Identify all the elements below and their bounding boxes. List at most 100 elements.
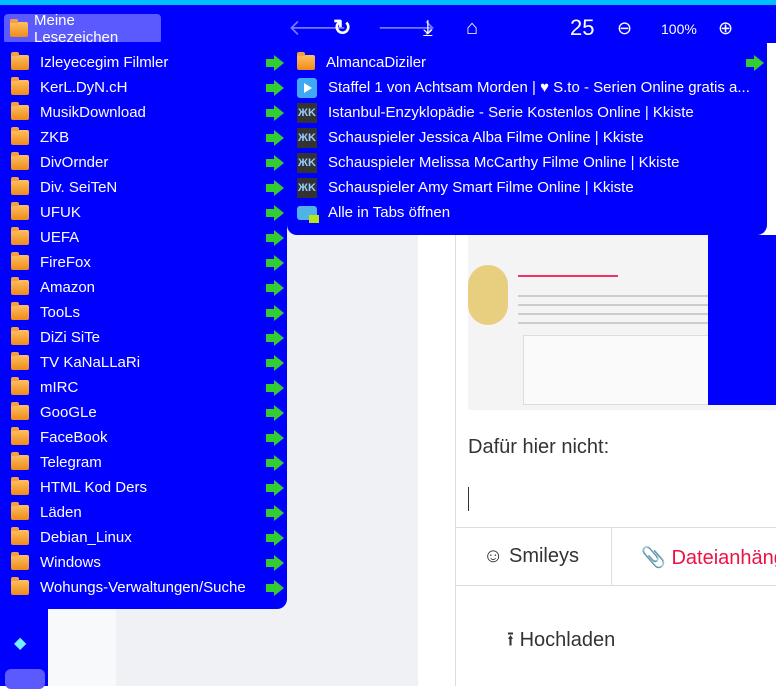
- bookmark-folder[interactable]: Izleyecegim Filmler: [0, 50, 287, 75]
- bookmark-folder-label: mIRC: [40, 379, 79, 396]
- open-tabs-icon: [297, 205, 319, 223]
- folder-icon: [11, 277, 29, 295]
- bookmark-folder[interactable]: Läden: [0, 500, 287, 525]
- arrow-right-icon: [266, 430, 284, 446]
- folder-icon: [10, 18, 28, 37]
- bookmark-link[interactable]: ЖK Schauspieler Melissa McCarthy Filme On…: [287, 150, 767, 175]
- bookmark-folder-label: Izleyecegim Filmler: [40, 54, 169, 71]
- folder-icon: [11, 252, 29, 270]
- bookmarks-submenu: AlmancaDiziler Staffel 1 von Achtsam Mor…: [287, 42, 767, 235]
- folder-icon: [11, 377, 29, 395]
- open-all-in-tabs[interactable]: Alle in Tabs öffnen: [287, 200, 767, 225]
- bookmark-link-label: Schauspieler Jessica Alba Filme Online |…: [328, 129, 644, 146]
- open-all-label: Alle in Tabs öffnen: [328, 204, 451, 221]
- bookmark-folder[interactable]: UEFA: [0, 225, 287, 250]
- bookmark-folder[interactable]: Telegram: [0, 450, 287, 475]
- kkiste-icon: ЖK: [297, 102, 317, 123]
- sidebar-active-item[interactable]: [5, 669, 45, 689]
- bookmark-folder-label: Läden: [40, 504, 82, 521]
- arrow-right-icon: [266, 505, 284, 521]
- folder-label: AlmancaDiziler: [326, 54, 427, 71]
- bookmark-folder[interactable]: Amazon: [0, 275, 287, 300]
- folder-icon: [11, 527, 29, 545]
- bookmark-folder-label: Telegram: [40, 454, 102, 471]
- bookmark-link[interactable]: Staffel 1 von Achtsam Morden | ♥ S.to - …: [287, 75, 767, 100]
- bookmarks-menu-button[interactable]: Meine Lesezeichen: [4, 12, 161, 46]
- arrow-right-icon: [266, 205, 284, 221]
- bookmarks-label: Meine Lesezeichen: [34, 12, 119, 46]
- bookmark-folder[interactable]: FireFox: [0, 250, 287, 275]
- bookmark-folder[interactable]: TV KaNaLLaRi: [0, 350, 287, 375]
- bookmark-folder[interactable]: FaceBook: [0, 425, 287, 450]
- bookmark-folder-label: Amazon: [40, 279, 96, 296]
- folder-icon: [11, 102, 29, 120]
- bookmark-link-label: Schauspieler Amy Smart Filme Online | Kk…: [328, 179, 634, 196]
- bookmark-folder[interactable]: UFUK: [0, 200, 287, 225]
- bookmark-folder[interactable]: HTML Kod Ders: [0, 475, 287, 500]
- zoom-level[interactable]: 100%: [661, 16, 697, 42]
- bookmark-link[interactable]: ЖK Schauspieler Amy Smart Filme Online | …: [287, 175, 767, 200]
- arrow-right-icon: [266, 280, 284, 296]
- arrow-right-icon: [266, 555, 284, 571]
- bookmark-folder-label: FaceBook: [40, 429, 108, 446]
- bookmark-folder[interactable]: mIRC: [0, 375, 287, 400]
- bookmark-folder-label: Debian_Linux: [40, 529, 132, 546]
- bookmark-folder-label: KerL.DyN.cH: [40, 79, 128, 96]
- arrow-right-icon: [266, 580, 284, 596]
- folder-icon: [11, 452, 29, 470]
- bookmark-folder[interactable]: KerL.DyN.cH: [0, 75, 287, 100]
- divider: [456, 527, 776, 528]
- bookmark-link-label: Staffel 1 von Achtsam Morden | ♥ S.to - …: [328, 79, 750, 96]
- zoom-out-icon[interactable]: ⊖: [617, 15, 632, 41]
- upload-icon: ⭱: [507, 629, 514, 651]
- bookmark-link[interactable]: ЖK Schauspieler Jessica Alba Filme Online…: [287, 125, 767, 150]
- content-heading: Dafür hier nicht:: [468, 436, 610, 458]
- toolbar: Meine Lesezeichen 🡐 ↻ 🡒 ⤓ ⌂ 25 ⊖ 100% ⊕: [0, 5, 776, 46]
- folder-icon: [11, 52, 29, 70]
- bookmark-folder-label: GooGLe: [40, 404, 97, 421]
- bookmark-link[interactable]: ЖK Istanbul-Enzyklopädie - Serie Kostenlo…: [287, 100, 767, 125]
- folder-icon: [11, 502, 29, 520]
- upload-button[interactable]: ⭱ Hochladen: [507, 625, 615, 659]
- attachments-label: Dateianhänge: [671, 547, 776, 569]
- bookmark-folder[interactable]: DiZi SiTe: [0, 325, 287, 350]
- arrow-right-icon: [266, 355, 284, 371]
- divider: [456, 585, 776, 586]
- bookmark-link-label: Istanbul-Enzyklopädie - Serie Kostenlos …: [328, 104, 694, 121]
- submenu-folder-almancadiziler[interactable]: AlmancaDiziler: [287, 50, 767, 75]
- arrow-right-icon: [266, 80, 284, 96]
- text-cursor[interactable]: [468, 487, 469, 511]
- arrow-right-icon: [266, 380, 284, 396]
- folder-icon: [11, 577, 29, 595]
- attachments-button[interactable]: 📎 Dateianhänge: [641, 545, 776, 570]
- divider: [611, 527, 612, 585]
- play-icon: [297, 77, 317, 98]
- bookmark-folder-label: Wohungs-Verwaltungen/Suche: [40, 579, 246, 596]
- arrow-right-icon: [746, 55, 764, 71]
- bookmark-folder[interactable]: TooLs: [0, 300, 287, 325]
- download-icon[interactable]: ⤓: [423, 15, 433, 41]
- folder-icon: [11, 227, 29, 245]
- diamond-icon[interactable]: ◆: [14, 633, 26, 653]
- arrow-right-icon: [266, 305, 284, 321]
- embedded-screenshot-image: [468, 235, 776, 410]
- bookmark-folder[interactable]: Debian_Linux: [0, 525, 287, 550]
- smileys-button[interactable]: ☺ Smileys: [483, 545, 579, 568]
- home-icon[interactable]: ⌂: [466, 15, 478, 41]
- bookmark-folder[interactable]: GooGLe: [0, 400, 287, 425]
- bookmark-folder[interactable]: Windows: [0, 550, 287, 575]
- reload-icon[interactable]: ↻: [333, 15, 351, 41]
- zoom-in-icon[interactable]: ⊕: [718, 15, 733, 41]
- bookmark-folder-label: DiZi SiTe: [40, 329, 101, 346]
- bookmark-folder-label: TV KaNaLLaRi: [40, 354, 141, 371]
- bookmark-folder[interactable]: Div. SeiTeN: [0, 175, 287, 200]
- bookmark-folder[interactable]: ZKB: [0, 125, 287, 150]
- arrow-right-icon: [266, 255, 284, 271]
- bookmark-link-label: Schauspieler Melissa McCarthy Filme Onli…: [328, 154, 680, 171]
- bookmark-folder[interactable]: MusikDownload: [0, 100, 287, 125]
- bookmark-folder[interactable]: Wohungs-Verwaltungen/Suche: [0, 575, 287, 600]
- bookmark-folder[interactable]: DivOrnder: [0, 150, 287, 175]
- arrow-right-icon: [266, 180, 284, 196]
- folder-icon: [11, 477, 29, 495]
- bookmarks-menu: Izleyecegim Filmler KerL.DyN.cH MusikDownl…: [0, 42, 287, 609]
